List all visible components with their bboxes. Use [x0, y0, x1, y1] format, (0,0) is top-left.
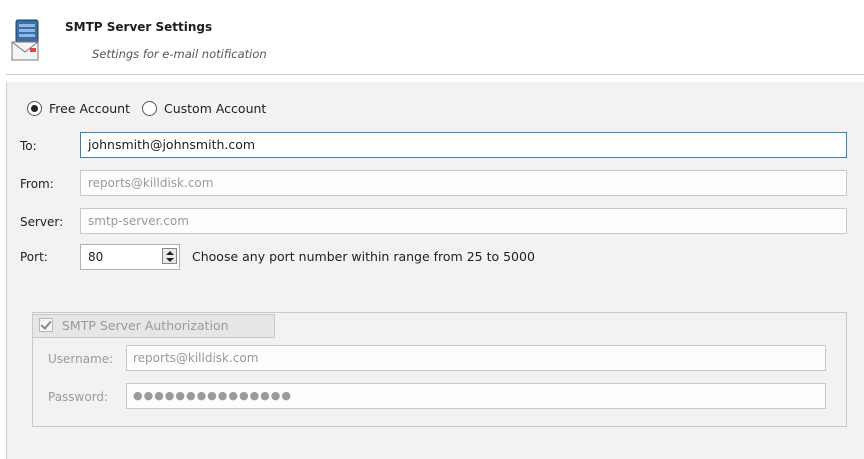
stepper-up-icon[interactable] [166, 251, 174, 255]
header-divider [6, 74, 864, 75]
to-label: To: [20, 139, 37, 153]
page-title: SMTP Server Settings [65, 20, 213, 34]
free-account-label[interactable]: Free Account [49, 101, 130, 116]
custom-account-label[interactable]: Custom Account [164, 101, 266, 116]
server-mail-icon [11, 19, 39, 61]
stepper-down-icon[interactable] [166, 258, 174, 262]
auth-checkbox [39, 318, 53, 332]
server-field[interactable]: smtp-server.com [80, 208, 847, 234]
settings-header: SMTP Server Settings Settings for e-mail… [0, 0, 864, 80]
port-label: Port: [20, 250, 48, 264]
port-stepper[interactable] [162, 248, 177, 264]
to-field[interactable]: johnsmith@johnsmith.com [80, 132, 847, 158]
username-label: Username: [48, 352, 114, 366]
server-label: Server: [20, 215, 64, 229]
username-field: reports@killdisk.com [126, 345, 826, 371]
port-hint: Choose any port number within range from… [192, 249, 535, 264]
auth-label: SMTP Server Authorization [62, 318, 229, 333]
account-type-group: Free Account Custom Account [27, 98, 278, 118]
password-label: Password: [48, 390, 109, 404]
page-subtitle: Settings for e-mail notification [92, 47, 267, 61]
custom-account-radio[interactable] [141, 100, 157, 116]
from-label: From: [20, 177, 54, 191]
free-account-radio[interactable] [27, 100, 42, 116]
from-field[interactable]: reports@killdisk.com [80, 170, 847, 196]
password-field: ●●●●●●●●●●●●●●● [126, 383, 826, 409]
